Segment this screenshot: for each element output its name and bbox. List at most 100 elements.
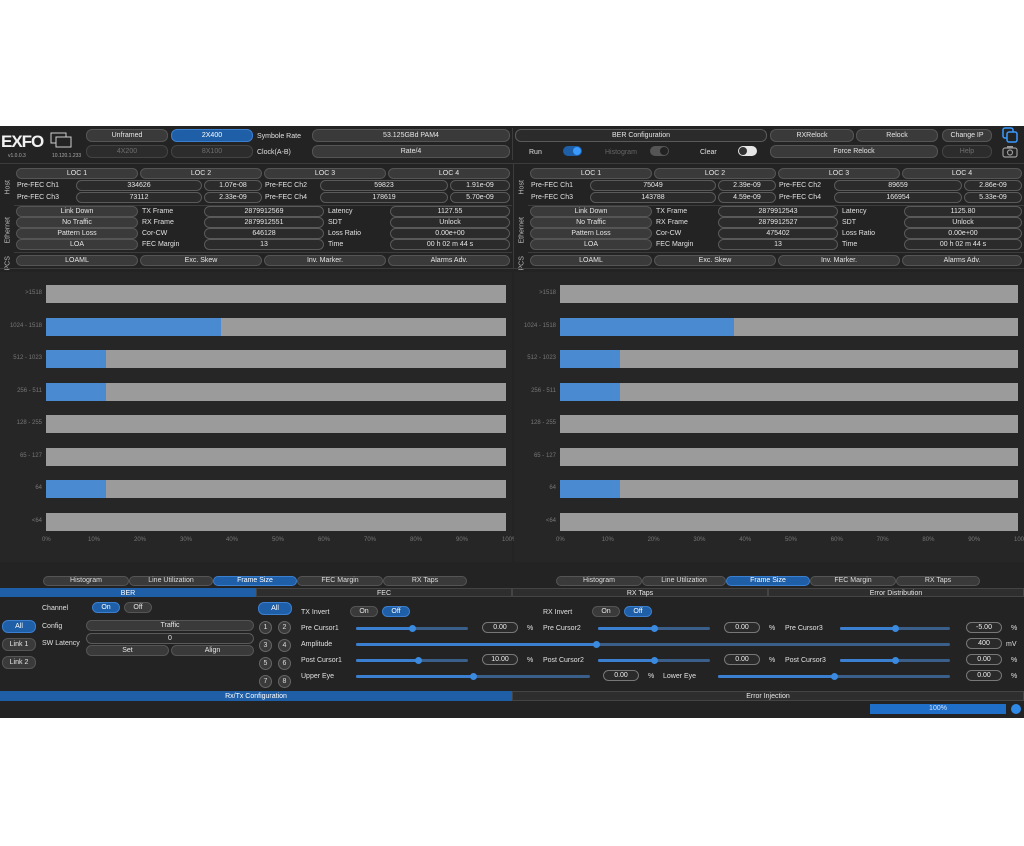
symbol-rate-select[interactable]: 53.125GBd PAM4 — [312, 129, 510, 142]
rxrelock-button[interactable]: RXRelock — [770, 129, 854, 142]
lane-3-button[interactable]: 3 — [259, 639, 272, 652]
chart-bar — [46, 382, 106, 401]
upper-eye-value[interactable]: 0.00 — [603, 670, 639, 681]
post-cursor2-unit: % — [769, 657, 776, 664]
histogram-toggle[interactable] — [650, 146, 669, 156]
lower-eye-slider[interactable] — [718, 673, 950, 680]
pre-cursor2-value[interactable]: 0.00 — [724, 622, 760, 633]
lane-2-button[interactable]: 2 — [278, 621, 291, 634]
tab-frame-size[interactable]: Frame Size — [213, 576, 297, 586]
copy-icon[interactable] — [1002, 127, 1018, 143]
tx-frame-label-2: TX Frame — [656, 208, 688, 215]
align-button[interactable]: Align — [171, 645, 254, 656]
chart-row-background — [46, 382, 506, 401]
tab-error-injection[interactable]: Error Injection — [512, 691, 1024, 701]
corcw-value-2: 475402 — [718, 228, 838, 239]
mode-8x100-button[interactable]: 8X100 — [171, 145, 253, 158]
chart-bar — [560, 350, 620, 368]
chart-row-background — [560, 480, 1018, 498]
lane-8-button[interactable]: 8 — [278, 675, 291, 688]
tab-rx-taps[interactable]: RX Taps — [383, 576, 467, 586]
sw-latency-input[interactable]: 0 — [86, 633, 254, 644]
post-cursor2-slider[interactable] — [598, 657, 710, 664]
corcw-label-2: Cor-CW — [656, 230, 682, 237]
loc3-indicator: LOC 3 — [264, 168, 386, 179]
status-dot-icon — [1011, 704, 1021, 714]
time-value: 00 h 02 m 44 s — [390, 239, 510, 250]
tab-frame-size-2[interactable]: Frame Size — [726, 576, 810, 586]
clock-select[interactable]: Rate/4 — [312, 145, 510, 158]
force-relock-button[interactable]: Force Relock — [770, 145, 938, 158]
post-cursor3-slider[interactable] — [840, 657, 950, 664]
chart-bar — [46, 350, 106, 368]
clear-toggle[interactable] — [738, 146, 757, 156]
rx-invert-off-button[interactable]: Off — [624, 606, 652, 617]
upper-eye-slider[interactable] — [356, 673, 590, 680]
post-cursor1-slider[interactable] — [356, 657, 468, 664]
channel-on-button[interactable]: On — [92, 602, 120, 613]
ber-link2-button[interactable]: Link 2 — [2, 656, 36, 669]
lane-all-button[interactable]: All — [258, 602, 292, 615]
chart-x-tick-label: 60% — [318, 537, 331, 543]
tab-line-utilization-2[interactable]: Line Utilization — [642, 576, 726, 586]
loss-ratio-value: 0.00e+00 — [390, 228, 510, 239]
lane-7-button[interactable]: 7 — [259, 675, 272, 688]
chart-row-background — [46, 285, 506, 303]
set-button[interactable]: Set — [86, 645, 169, 656]
mode-unframed-button[interactable]: Unframed — [86, 129, 168, 142]
post-cursor3-value[interactable]: 0.00 — [966, 654, 1002, 665]
tab-rx-taps-2[interactable]: RX Taps — [896, 576, 980, 586]
tab-histogram-2[interactable]: Histogram — [556, 576, 642, 586]
tab-fec-margin-2[interactable]: FEC Margin — [810, 576, 896, 586]
pre-cursor3-value[interactable]: -5.00 — [966, 622, 1002, 633]
latency-value-2: 1125.80 — [904, 206, 1022, 217]
relock-button[interactable]: Relock — [856, 129, 938, 142]
lower-eye-value[interactable]: 0.00 — [966, 670, 1002, 681]
chart-x-tick-label: 50% — [785, 537, 798, 543]
section-rx-taps[interactable]: RX Taps — [512, 588, 768, 597]
lane-5-button[interactable]: 5 — [259, 657, 272, 670]
ber-configuration-button[interactable]: BER Configuration — [515, 129, 767, 142]
tx-invert-off-button[interactable]: Off — [382, 606, 410, 617]
sdt-value: Unlock — [390, 217, 510, 228]
mode-2x400-button[interactable]: 2X400 — [171, 129, 253, 142]
rx-invert-on-button[interactable]: On — [592, 606, 620, 617]
channel-off-button[interactable]: Off — [124, 602, 152, 613]
camera-icon[interactable] — [1002, 145, 1018, 158]
post-cursor1-value[interactable]: 10.00 — [482, 654, 518, 665]
lane-4-button[interactable]: 4 — [278, 639, 291, 652]
chart-row-background — [46, 447, 506, 466]
post-cursor3-unit: % — [1011, 657, 1018, 664]
mode-4x200-button[interactable]: 4X200 — [86, 145, 168, 158]
ber-link1-button[interactable]: Link 1 — [2, 638, 36, 651]
post-cursor2-value[interactable]: 0.00 — [724, 654, 760, 665]
help-button[interactable]: Help — [942, 145, 992, 158]
change-ip-button[interactable]: Change IP — [942, 129, 992, 142]
prefec-ch3-count-2: 143788 — [590, 192, 716, 203]
tab-line-utilization[interactable]: Line Utilization — [129, 576, 213, 586]
tab-rx-tx-configuration[interactable]: Rx/Tx Configuration — [0, 691, 512, 701]
section-fec[interactable]: FEC — [256, 588, 512, 597]
clear-label: Clear — [700, 149, 717, 156]
prefec-ch2-label: Pre-FEC Ch2 — [265, 182, 308, 189]
amplitude-value[interactable]: 400 — [966, 638, 1002, 649]
section-ber[interactable]: BER — [0, 588, 256, 597]
run-toggle[interactable] — [563, 146, 582, 156]
pre-cursor1-slider[interactable] — [356, 625, 468, 632]
loc4-indicator: LOC 4 — [388, 168, 510, 179]
section-error-distribution[interactable]: Error Distribution — [768, 588, 1024, 597]
prefec-ch1-count-2: 75049 — [590, 180, 716, 191]
prefec-ch1-label-2: Pre-FEC Ch1 — [531, 182, 574, 189]
lane-6-button[interactable]: 6 — [278, 657, 291, 670]
ip-text: 10.120.1.233 — [52, 153, 82, 159]
tx-invert-on-button[interactable]: On — [350, 606, 378, 617]
tab-fec-margin[interactable]: FEC Margin — [297, 576, 383, 586]
pre-cursor3-slider[interactable] — [840, 625, 950, 632]
amplitude-slider[interactable] — [356, 641, 950, 648]
ber-all-button[interactable]: All — [2, 620, 36, 633]
pre-cursor1-value[interactable]: 0.00 — [482, 622, 518, 633]
tab-histogram[interactable]: Histogram — [43, 576, 129, 586]
pre-cursor2-slider[interactable] — [598, 625, 710, 632]
lane-1-button[interactable]: 1 — [259, 621, 272, 634]
config-select[interactable]: Traffic — [86, 620, 254, 631]
